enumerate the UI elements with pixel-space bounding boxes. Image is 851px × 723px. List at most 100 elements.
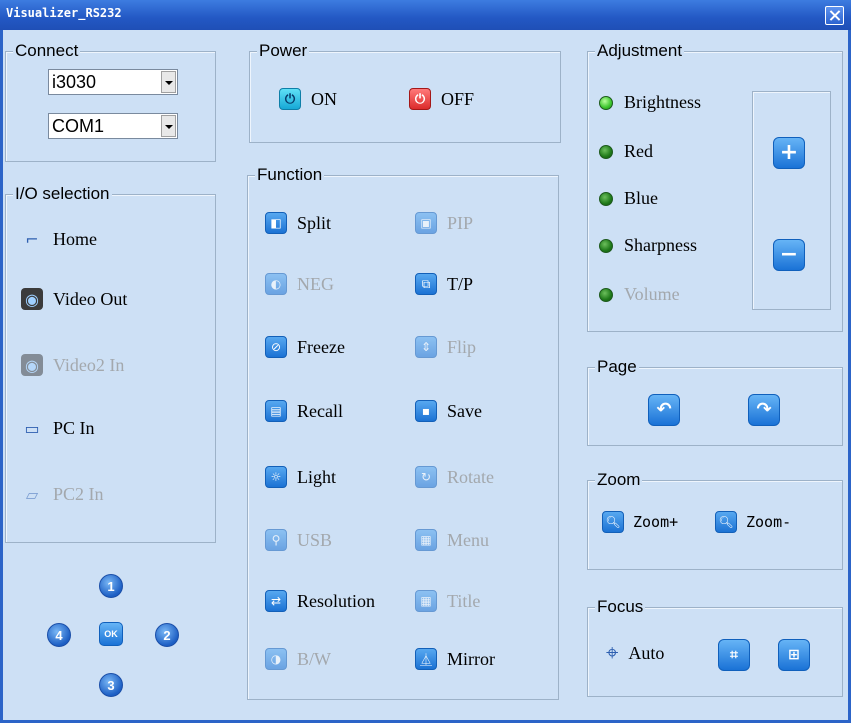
adjustment-legend: Adjustment: [595, 41, 685, 61]
focus-near-button[interactable]: ⌗: [718, 639, 750, 671]
zoom-in-label: Zoom+: [633, 513, 679, 531]
adjustment-label: Sharpness: [624, 235, 697, 255]
page-next-button[interactable]: ↷: [748, 394, 780, 426]
connect-legend: Connect: [13, 41, 81, 61]
function-label: B/W: [297, 648, 331, 669]
function-mirror-button[interactable]: ⏅ Mirror: [415, 648, 495, 670]
io-item-label: Video Out: [53, 288, 128, 309]
function-legend: Function: [255, 165, 325, 185]
zoom-legend: Zoom: [595, 470, 643, 490]
focus-far-button[interactable]: ⊞: [778, 639, 810, 671]
io-item-label: PC2 In: [53, 483, 104, 504]
neg-icon: ◐: [265, 273, 287, 295]
function-label: Title: [447, 590, 481, 611]
t-p-icon: ⧉: [415, 273, 437, 295]
rotate-icon: ↻: [415, 466, 437, 488]
split-icon: ◧: [265, 212, 287, 234]
focus-legend: Focus: [595, 597, 646, 617]
io-selection-legend: I/O selection: [13, 184, 112, 204]
function-save-button[interactable]: ▪ Save: [415, 400, 482, 422]
page-previous-button[interactable]: ↶: [648, 394, 680, 426]
function-title-button[interactable]: ▦ Title: [415, 590, 480, 612]
arrow-back-icon: ↶: [656, 399, 672, 420]
power-off-label: OFF: [441, 88, 475, 109]
status-led-icon: [599, 191, 613, 206]
io-item-pc2-in[interactable]: ▱ PC2 In: [21, 483, 104, 505]
adjustment-red-item[interactable]: Red: [599, 141, 653, 162]
function-label: Recall: [297, 400, 343, 421]
status-led-icon: [599, 238, 613, 253]
status-led-icon: [599, 95, 613, 110]
function-label: Resolution: [297, 590, 376, 611]
adjustment-volume-item[interactable]: Volume: [599, 284, 680, 305]
function-menu-button[interactable]: ▦ Menu: [415, 529, 489, 551]
function-label: NEG: [297, 273, 334, 294]
zoom-group: Zoom 🔍︎ Zoom+ 🔍︎ Zoom-: [587, 470, 843, 570]
power-off-button[interactable]: ⏻ OFF: [409, 88, 474, 110]
model-select-value: i3030: [52, 72, 97, 92]
computer-icon: ▭: [24, 418, 40, 438]
function-label: Save: [447, 400, 482, 421]
zoom-out-label: Zoom-: [746, 513, 792, 531]
io-item-label: Home: [53, 228, 97, 249]
b-w-icon: ◑: [265, 648, 287, 670]
function-b-w-button[interactable]: ◑ B/W: [265, 648, 331, 670]
power-legend: Power: [257, 41, 310, 61]
function-resolution-button[interactable]: ⇄ Resolution: [265, 590, 375, 612]
decrease-button[interactable]: −: [773, 239, 805, 271]
function-label: PIP: [447, 212, 474, 233]
light-icon: ☼: [265, 466, 287, 488]
resolution-icon: ⇄: [265, 590, 287, 612]
adjustment-blue-item[interactable]: Blue: [599, 188, 658, 209]
zoom-out-button[interactable]: 🔍︎ Zoom-: [715, 511, 791, 533]
function-label: USB: [297, 529, 333, 550]
function-t-p-button[interactable]: ⧉ T/P: [415, 273, 473, 295]
keypad-button-4[interactable]: 4: [47, 623, 71, 647]
function-label: Rotate: [447, 466, 494, 487]
function-group: Function ◧ Split ▣ PIP ◐ NEG ⧉ T/P ⊘ Freeze ⇕ Flip ▤…: [247, 165, 559, 700]
function-freeze-button[interactable]: ⊘ Freeze: [265, 336, 345, 358]
focus-auto-button[interactable]: ⌖ Auto: [606, 641, 664, 666]
close-button[interactable]: [825, 6, 844, 25]
function-neg-button[interactable]: ◐ NEG: [265, 273, 334, 295]
laptop-icon: ▱: [25, 484, 39, 504]
port-select-value: COM1: [52, 116, 105, 136]
function-recall-button[interactable]: ▤ Recall: [265, 400, 343, 422]
chevron-down-icon[interactable]: [161, 71, 176, 93]
io-item-video-out[interactable]: ◉ Video Out: [21, 288, 127, 310]
zoom-in-button[interactable]: 🔍︎ Zoom+: [602, 511, 678, 533]
keypad-button-2[interactable]: 2: [155, 623, 179, 647]
adjustment-label: Volume: [624, 284, 680, 304]
function-label: T/P: [447, 273, 474, 294]
power-on-label: ON: [311, 88, 337, 109]
chevron-down-icon[interactable]: [161, 115, 176, 137]
function-light-button[interactable]: ☼ Light: [265, 466, 336, 488]
io-item-video2-in[interactable]: ◉ Video2 In: [21, 354, 124, 376]
title-icon: ▦: [415, 590, 437, 612]
adjustment-brightness-item[interactable]: Brightness: [599, 92, 701, 113]
usb-icon: ⚲: [265, 529, 287, 551]
recall-icon: ▤: [265, 400, 287, 422]
document-camera-icon: ⌐: [25, 229, 39, 249]
keypad-button-3[interactable]: 3: [99, 673, 123, 697]
function-label: Light: [297, 466, 336, 487]
model-select[interactable]: i3030: [48, 69, 178, 95]
io-item-pc-in[interactable]: ▭ PC In: [21, 417, 94, 439]
adjustment-label: Blue: [624, 188, 658, 208]
port-select[interactable]: COM1: [48, 113, 178, 139]
flip-icon: ⇕: [415, 336, 437, 358]
adjustment-sharpness-item[interactable]: Sharpness: [599, 235, 697, 256]
power-on-button[interactable]: ⏻ ON: [279, 88, 337, 110]
camera-icon: ◉: [21, 354, 43, 376]
keypad-button-1[interactable]: 1: [99, 574, 123, 598]
increase-button[interactable]: +: [773, 137, 805, 169]
function-split-button[interactable]: ◧ Split: [265, 212, 331, 234]
function-usb-button[interactable]: ⚲ USB: [265, 529, 332, 551]
function-rotate-button[interactable]: ↻ Rotate: [415, 466, 494, 488]
page-group: Page ↶ ↷: [587, 357, 843, 446]
focus-auto-label: Auto: [628, 643, 665, 663]
keypad-ok-button[interactable]: OK: [99, 622, 123, 646]
io-item-home[interactable]: ⌐ Home: [21, 228, 97, 250]
function-flip-button[interactable]: ⇕ Flip: [415, 336, 476, 358]
function-pip-button[interactable]: ▣ PIP: [415, 212, 473, 234]
